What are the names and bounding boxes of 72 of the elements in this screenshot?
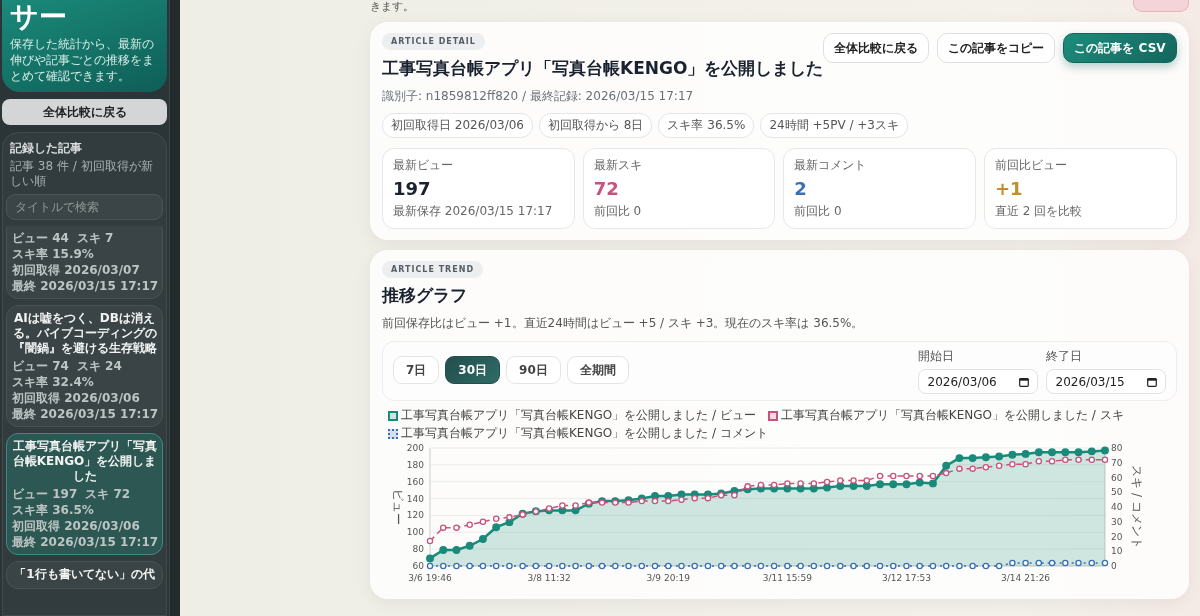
section-tag: ARTICLE DETAIL <box>382 33 485 50</box>
y-tick-label: 160 <box>406 476 425 487</box>
metric-value: 197 <box>393 178 431 199</box>
y-tick-label: 60 <box>412 561 425 571</box>
hero-description: 保存した統計から、最新の伸びや記事ごとの推移をまとめて確認できます。 <box>10 36 155 84</box>
y2-tick-label: 10 <box>1111 546 1123 557</box>
y2-tick-label: 40 <box>1111 502 1123 512</box>
article-title: AIは嘘をつく、DBは消える。バイブコーディングの『闇鍋』を避ける生存戦略 <box>12 311 157 356</box>
x-tick-label: 3/14 21:26 <box>1001 573 1051 583</box>
last-date: 最終 2026/03/15 17:17 <box>12 406 159 422</box>
view-count: ビュー 74 <box>12 358 69 374</box>
article-title: 「1行も書いてない」の代 <box>13 567 156 582</box>
info-chip: 24時間 +5PV / +3スキ <box>760 113 908 138</box>
axis-title: スキ / コメント <box>1130 465 1144 549</box>
x-tick-label: 3/9 20:19 <box>646 573 691 583</box>
metric-value: +1 <box>994 178 1023 199</box>
view-count: ビュー 44 <box>12 230 69 246</box>
y2-tick-label: 60 <box>1111 472 1123 483</box>
panel-title: 記録した記事 <box>9 141 83 156</box>
last-date: 最終 2026/03/15 17:17 <box>12 278 159 294</box>
y-tick-label: 80 <box>412 544 425 555</box>
x-tick-label: 3/6 19:46 <box>408 573 452 583</box>
first-date: 初回取得 2026/03/06 <box>12 390 140 406</box>
metric-label: 最新ビュー <box>393 157 453 174</box>
x-tick-label: 3/11 15:59 <box>762 573 813 583</box>
y-tick-label: 180 <box>406 459 425 470</box>
x-tick-label: 3/12 17:53 <box>881 573 931 583</box>
info-chip: スキ率 36.5% <box>658 113 755 138</box>
y2-tick-label: 80 <box>1111 443 1123 453</box>
metric-label: 最新コメント <box>794 157 867 174</box>
metric-note: 前回比 0 <box>794 203 842 220</box>
article-meta: 識別子: n1859812ff820 / 最終記録: 2026/03/15 17:17 <box>382 88 695 105</box>
view-count: ビュー 197 <box>12 486 78 502</box>
panel-subtitle: 記事 38 件 / 初回取得が新しい順 <box>9 159 154 189</box>
y-tick-label: 100 <box>406 527 425 538</box>
y-tick-label: 200 <box>406 443 425 453</box>
metric-note: 前回比 0 <box>593 203 642 220</box>
hero-title: サー <box>10 0 68 34</box>
y-tick-label: 120 <box>406 510 425 521</box>
x-tick-label: 3/8 11:32 <box>527 573 571 583</box>
section-tag: ARTICLE TREND <box>382 261 484 278</box>
metric-note: 最新保存 2026/03/15 17:17 <box>393 203 553 220</box>
y2-tick-label: 0 <box>1111 561 1117 571</box>
y2-tick-label: 20 <box>1111 531 1123 542</box>
like-rate: スキ率 32.4% <box>12 374 94 390</box>
date-label: 終了日 <box>1045 348 1082 365</box>
y-tick-label: 140 <box>406 493 425 504</box>
metric-label: 前回比ビュー <box>994 157 1067 174</box>
y2-tick-label: 30 <box>1111 516 1123 527</box>
y2-tick-label: 50 <box>1111 487 1123 498</box>
first-date: 初回取得 2026/03/06 <box>12 518 140 534</box>
metric-value: 72 <box>593 178 619 199</box>
date-label: 開始日 <box>917 348 954 365</box>
article-heading: 工事写真台帳アプリ「写真台帳KENGO」を公開しました <box>382 57 824 80</box>
like-rate: スキ率 36.5% <box>12 502 94 518</box>
y2-tick-label: 70 <box>1111 457 1123 468</box>
info-chip: 初回取得日 2026/03/06 <box>382 113 533 138</box>
axis-title: ビュー <box>391 489 405 525</box>
metric-value: 2 <box>794 178 807 199</box>
like-rate: スキ率 15.9% <box>12 246 94 262</box>
trend-summary: 前回保存比はビュー +1。直近24時間はビュー +5 / スキ +3。現在のスキ率は 36.5%。 <box>382 315 865 332</box>
last-date: 最終 2026/03/15 17:17 <box>12 534 159 550</box>
first-date: 初回取得 2026/03/07 <box>12 262 140 278</box>
article-title: 工事写真台帳アプリ「写真台帳KENGO」を公開しました <box>12 439 157 484</box>
like-count: スキ 24 <box>76 358 122 374</box>
like-count: スキ 7 <box>76 230 114 246</box>
like-count: スキ 72 <box>85 486 131 502</box>
metric-note: 直近 2 回を比較 <box>994 203 1083 220</box>
section-heading: 推移グラフ <box>382 284 468 307</box>
metric-label: 最新スキ <box>593 157 642 174</box>
info-chip: 初回取得から 8日 <box>539 113 653 138</box>
intro-text: きます。 <box>370 0 414 14</box>
